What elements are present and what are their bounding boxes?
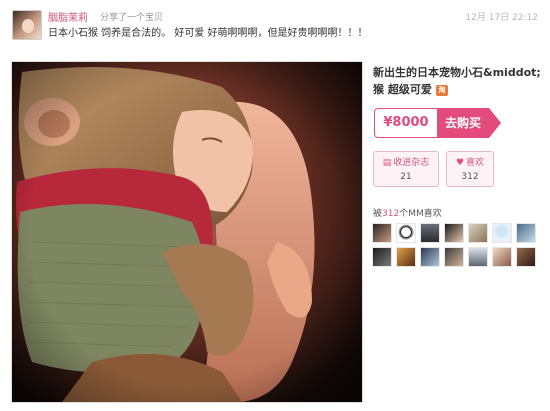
liker-avatar[interactable] <box>420 223 440 243</box>
like-count: 312 <box>461 172 479 182</box>
buy-label: 去购买 <box>437 108 489 138</box>
like-button[interactable]: ♥ 喜欢 312 <box>446 151 494 187</box>
liker-avatar[interactable] <box>396 223 416 243</box>
liker-avatar[interactable] <box>468 247 488 267</box>
liker-avatar[interactable] <box>444 223 464 243</box>
liker-avatar[interactable] <box>516 247 536 267</box>
liker-avatar[interactable] <box>492 223 512 243</box>
price-label: ¥8000 <box>374 108 438 138</box>
collect-label: 收进杂志 <box>393 158 430 168</box>
buy-button[interactable]: ¥8000 去购买 <box>374 108 502 138</box>
post-text: 日本小石猴 饲养是合法的。 好可爱 好萌啊啊啊，但是好贵啊啊啊！！！ <box>48 28 368 39</box>
liker-avatar[interactable] <box>444 247 464 267</box>
collect-to-magazine-button[interactable]: ▤ 收进杂志 21 <box>373 151 439 187</box>
avatar[interactable] <box>12 10 42 40</box>
heart-icon: ♥ <box>455 158 465 168</box>
liker-avatar[interactable] <box>516 223 536 243</box>
like-label: 喜欢 <box>466 158 485 168</box>
share-action-text: 分享了一个宝贝 <box>100 13 164 23</box>
liker-avatar[interactable] <box>372 223 392 243</box>
liker-avatar[interactable] <box>492 247 512 267</box>
liker-avatar[interactable] <box>420 247 440 267</box>
product-photo[interactable] <box>11 61 363 403</box>
username-link[interactable]: 胭脂茉莉 <box>48 9 88 24</box>
taobao-badge-icon: 淘 <box>435 84 448 96</box>
liker-avatar[interactable] <box>396 247 416 267</box>
liker-avatar[interactable] <box>372 247 392 267</box>
collect-count: 21 <box>400 172 412 182</box>
magazine-icon: ▤ <box>382 158 392 168</box>
product-title[interactable]: 新出生的日本宠物小石&middot;猴 超级可爱淘 <box>373 64 543 98</box>
buy-arrow-shape <box>489 108 501 138</box>
post-timestamp: 12月 17日 22:12 <box>465 13 538 23</box>
liked-by-text: 被312个MM喜欢 <box>373 209 442 219</box>
liker-avatar[interactable] <box>468 223 488 243</box>
